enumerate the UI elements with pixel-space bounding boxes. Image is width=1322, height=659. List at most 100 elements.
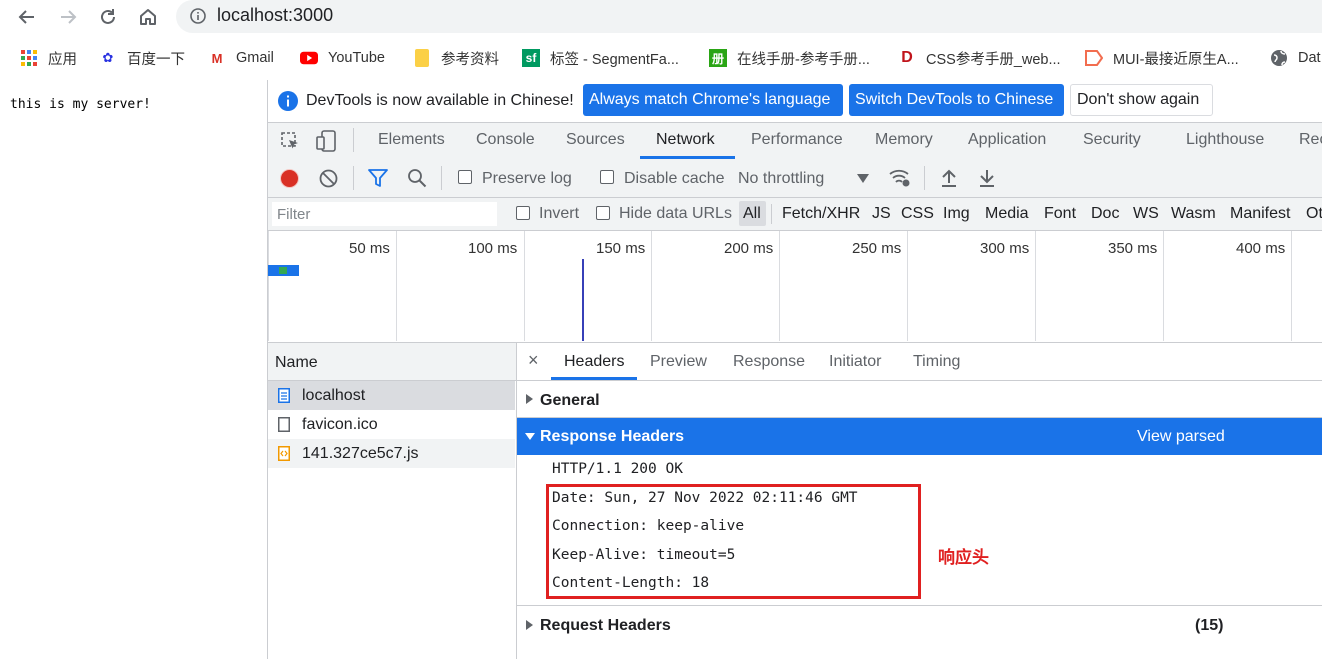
- timeline-gridline: [651, 231, 652, 341]
- tab-divider: [353, 128, 354, 152]
- tab-elements[interactable]: Elements: [378, 131, 445, 149]
- bookmark-manual[interactable]: 册在线手册-参考手册...: [709, 48, 870, 68]
- preserve-log-label: Preserve log: [482, 170, 572, 187]
- dont-show-again-button[interactable]: Don't show again: [1070, 84, 1213, 116]
- tab-performance[interactable]: Performance: [751, 131, 843, 149]
- bookmark-globe[interactable]: Dat: [1270, 48, 1321, 68]
- active-detail-tab-indicator: [551, 377, 637, 380]
- page-body-text: this is my server!: [10, 97, 151, 112]
- url-text[interactable]: localhost:3000: [217, 5, 333, 26]
- active-tab-indicator: [640, 156, 735, 159]
- hide-data-urls-label: Hide data URLs: [619, 205, 732, 222]
- filter-input[interactable]: Filter: [272, 202, 497, 226]
- forward-arrow-icon: [61, 10, 77, 24]
- filter-type-js[interactable]: JS: [872, 205, 891, 223]
- record-icon[interactable]: [279, 168, 300, 189]
- bookmark-gmail[interactable]: M Gmail: [208, 48, 274, 68]
- filter-type-wasm[interactable]: Wasm: [1171, 205, 1216, 223]
- home-button[interactable]: [135, 4, 161, 30]
- annotation-highlight-box: [546, 484, 921, 599]
- bookmark-apps[interactable]: 应用: [20, 48, 77, 68]
- baidu-paw-icon: ✿: [102, 50, 114, 65]
- tab-network[interactable]: Network: [656, 131, 715, 149]
- hide-data-urls-checkbox[interactable]: [596, 206, 610, 220]
- detail-tab-timing[interactable]: Timing: [913, 353, 960, 371]
- disable-cache-label: Disable cache: [624, 170, 725, 187]
- devtools-language-message: DevTools is now available in Chinese!: [306, 92, 574, 109]
- filter-type-manifest[interactable]: Manifest: [1230, 205, 1290, 223]
- detail-tab-initiator[interactable]: Initiator: [829, 353, 881, 371]
- toolbar-divider: [924, 166, 925, 190]
- request-row[interactable]: localhost: [268, 381, 515, 410]
- filter-type-other[interactable]: Ot: [1306, 205, 1322, 223]
- filter-type-doc[interactable]: Doc: [1091, 205, 1119, 223]
- toolbar-divider: [441, 166, 442, 190]
- request-row[interactable]: 141.327ce5c7.js: [268, 439, 515, 468]
- request-headers-section-header[interactable]: Request Headers (15): [517, 605, 1322, 646]
- filter-placeholder: Filter: [277, 206, 311, 223]
- preserve-log-checkbox[interactable]: [458, 170, 472, 184]
- folder-icon: [413, 49, 431, 67]
- invert-checkbox[interactable]: [516, 206, 530, 220]
- detail-tab-response[interactable]: Response: [733, 353, 805, 371]
- bookmarks-bar: 应用 ✿ 百度一下 M Gmail YouTube 参考资料 sf 标签 - Segm…: [0, 40, 1322, 74]
- inspect-element-icon[interactable]: [280, 131, 300, 151]
- request-headers-title: Request Headers: [540, 617, 671, 634]
- youtube-icon: [300, 49, 318, 67]
- tab-recorder[interactable]: Rec: [1299, 131, 1322, 149]
- tab-lighthouse[interactable]: Lighthouse: [1186, 131, 1264, 149]
- detail-tab-preview[interactable]: Preview: [650, 353, 707, 371]
- bookmark-folder[interactable]: 参考资料: [413, 48, 499, 68]
- detail-tab-headers[interactable]: Headers: [564, 353, 624, 371]
- chevron-down-icon[interactable]: [857, 174, 869, 183]
- tab-memory[interactable]: Memory: [875, 131, 933, 149]
- back-button[interactable]: [14, 4, 40, 30]
- document-file-icon: [278, 388, 290, 403]
- filter-type-all[interactable]: All: [743, 205, 761, 223]
- script-file-icon: [278, 446, 290, 461]
- filter-type-css[interactable]: CSS: [901, 205, 934, 223]
- import-har-icon[interactable]: [940, 168, 958, 188]
- forward-button[interactable]: [55, 4, 81, 30]
- filter-type-fetch-xhr[interactable]: Fetch/XHR: [782, 205, 860, 223]
- bookmark-mui[interactable]: MUI-最接近原生A...: [1085, 48, 1239, 68]
- filter-type-font[interactable]: Font: [1044, 205, 1076, 223]
- network-conditions-icon[interactable]: [888, 167, 912, 188]
- annotation-label: 响应头: [938, 548, 989, 567]
- filter-type-ws[interactable]: WS: [1133, 205, 1159, 223]
- timeline-gridline: [1291, 231, 1292, 341]
- bookmark-css-ref[interactable]: D CSS参考手册_web...: [898, 48, 1060, 68]
- tab-sources[interactable]: Sources: [566, 131, 625, 149]
- always-match-language-button[interactable]: Always match Chrome's language: [583, 84, 843, 116]
- bookmark-segmentfault[interactable]: sf 标签 - SegmentFa...: [522, 48, 679, 68]
- address-bar[interactable]: [176, 0, 1322, 33]
- filter-icon[interactable]: [368, 169, 388, 188]
- bookmark-youtube[interactable]: YouTube: [300, 48, 385, 68]
- filter-type-img[interactable]: Img: [943, 205, 970, 223]
- throttling-select[interactable]: No throttling: [738, 170, 824, 188]
- reload-button[interactable]: [95, 4, 121, 30]
- filter-type-media[interactable]: Media: [985, 205, 1029, 223]
- response-headers-section-header[interactable]: Response Headers View parsed: [517, 418, 1322, 455]
- close-detail-icon[interactable]: ×: [528, 350, 539, 371]
- request-row[interactable]: favicon.ico: [268, 410, 515, 439]
- tab-console[interactable]: Console: [476, 131, 535, 149]
- switch-devtools-chinese-button[interactable]: Switch DevTools to Chinese: [849, 84, 1064, 116]
- toolbar-divider: [353, 166, 354, 190]
- timeline-gridline: [268, 231, 269, 341]
- general-section-header[interactable]: General: [517, 381, 1322, 418]
- tab-application[interactable]: Application: [968, 131, 1046, 149]
- search-icon[interactable]: [407, 168, 427, 188]
- request-name: localhost: [302, 386, 366, 404]
- clear-icon[interactable]: [319, 169, 338, 188]
- timeline-gridline: [524, 231, 525, 341]
- tab-security[interactable]: Security: [1083, 131, 1141, 149]
- export-har-icon[interactable]: [978, 168, 996, 188]
- disable-cache-checkbox[interactable]: [600, 170, 614, 184]
- view-parsed-link[interactable]: View parsed: [1137, 428, 1225, 446]
- file-icon: [278, 417, 290, 432]
- name-column-header[interactable]: Name: [275, 354, 318, 372]
- device-toolbar-icon[interactable]: [316, 129, 338, 153]
- bookmark-baidu[interactable]: ✿ 百度一下: [99, 48, 185, 68]
- site-info-icon[interactable]: [190, 8, 206, 24]
